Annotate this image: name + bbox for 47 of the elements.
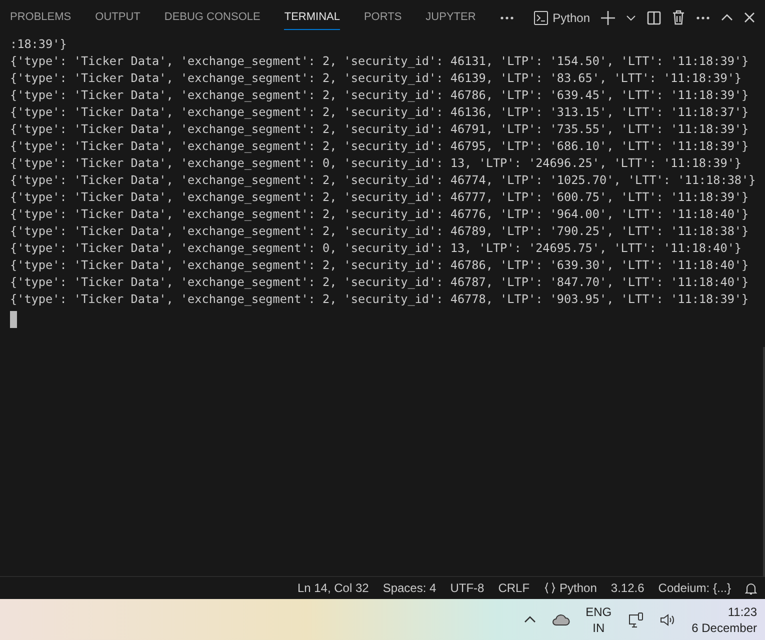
panel-tab[interactable]: DEBUG CONSOLE [164,5,260,30]
bell-icon[interactable] [745,582,757,594]
speaker-icon[interactable] [660,612,676,626]
network-icon[interactable] [628,612,644,628]
panel-tab[interactable]: PORTS [364,5,402,30]
trash-icon[interactable] [672,10,685,25]
braces-icon [544,582,556,594]
chevron-down-icon[interactable] [626,14,636,20]
terminal-output-line: {'type': 'Ticker Data', 'exchange_segment': 2, 'security_id': 46786, 'LTP': '639.45', 'LTT': '11:18:39'} [10,87,750,104]
terminal-icon [532,10,549,26]
terminal-output-line: {'type': 'Ticker Data', 'exchange_segment': 2, 'security_id': 46136, 'LTP': '313.15', 'LTT': '11:18:37'} [10,104,750,121]
language-mode[interactable]: Python [560,581,597,595]
clock[interactable]: 11:23 6 December [692,604,757,636]
indentation-setting[interactable]: Spaces: 4 [382,581,436,595]
terminal-output-line: {'type': 'Ticker Data', 'exchange_segment': 2, 'security_id': 46795, 'LTP': '686.10', 'LTT': '11:18:39'} [10,138,750,155]
terminal-output-line: {'type': 'Ticker Data', 'exchange_segment': 2, 'security_id': 46776, 'LTP': '964.00', 'LTT': '11:18:40'} [10,206,750,223]
terminal-output-line: {'type': 'Ticker Data', 'exchange_segment': 0, 'security_id': 13, 'LTP': '24695.75', 'LTT': '11:18:40'} [10,240,743,257]
cursor-position[interactable]: Ln 14, Col 32 [297,581,369,595]
terminal-output-line: {'type': 'Ticker Data', 'exchange_segment': 2, 'security_id': 46777, 'LTP': '600.75', 'LTT': '11:18:39'} [10,189,750,206]
terminal-output-line: {'type': 'Ticker Data', 'exchange_segment': 2, 'security_id': 46131, 'LTP': '154.50', 'LTT': '11:18:39'} [10,53,750,70]
terminal-output-line: {'type': 'Ticker Data', 'exchange_segment': 2, 'security_id': 46139, 'LTP': '83.65', 'LTT': '11:18:39'} [10,70,743,87]
terminal-output-line: {'type': 'Ticker Data', 'exchange_segment': 2, 'security_id': 46791, 'LTP': '735.55', 'LTT': '11:18:39'} [10,121,750,138]
terminal-output-line: {'type': 'Ticker Data', 'exchange_segment': 0, 'security_id': 13, 'LTP': '24696.25', 'LTT': '11:18:39'} [10,155,743,172]
codeium-status[interactable]: Codeium: {...} [658,581,731,595]
terminal-output-line: {'type': 'Ticker Data', 'exchange_segment': 2, 'security_id': 46789, 'LTP': '790.25', 'LTT': '11:18:38'} [10,223,750,240]
terminal-profile-button[interactable]: Python [532,10,590,26]
encoding-setting[interactable]: UTF-8 [450,581,484,595]
panel-tab[interactable]: TERMINAL [284,5,340,30]
terminal-output-line: {'type': 'Ticker Data', 'exchange_segment': 2, 'security_id': 46787, 'LTP': '847.70', 'LTT': '11:18:40'} [10,274,750,291]
panel-tab[interactable]: PROBLEMS [10,5,72,30]
terminal-output-line: {'type': 'Ticker Data', 'exchange_segment': 2, 'security_id': 46774, 'LTP': '1025.70', 'LTT': '11:18:38'} [10,172,757,189]
python-version[interactable]: 3.12.6 [610,581,644,595]
panel-tab[interactable]: JUPYTER [426,5,476,30]
panel-tab[interactable]: OUTPUT [95,5,140,30]
split-icon[interactable] [647,10,661,24]
plus-icon[interactable] [601,10,615,24]
terminal-output-line: {'type': 'Ticker Data', 'exchange_segment': 2, 'security_id': 46778, 'LTP': '903.95', 'LTT': '11:18:39'} [10,291,750,308]
more-icon[interactable] [696,16,710,20]
terminal-output-line: :18:39'} [10,36,68,53]
cloud-icon[interactable] [552,614,570,626]
input-language-indicator[interactable]: ENG IN [586,604,612,636]
chevron-up-icon[interactable] [524,616,536,623]
terminal-cursor [10,311,17,328]
more-icon[interactable] [500,16,514,20]
terminal-output-line: {'type': 'Ticker Data', 'exchange_segment': 2, 'security_id': 46786, 'LTP': '639.30', 'LTT': '11:18:40'} [10,257,750,274]
close-icon[interactable] [744,12,755,23]
line-ending-setting[interactable]: CRLF [498,581,530,595]
